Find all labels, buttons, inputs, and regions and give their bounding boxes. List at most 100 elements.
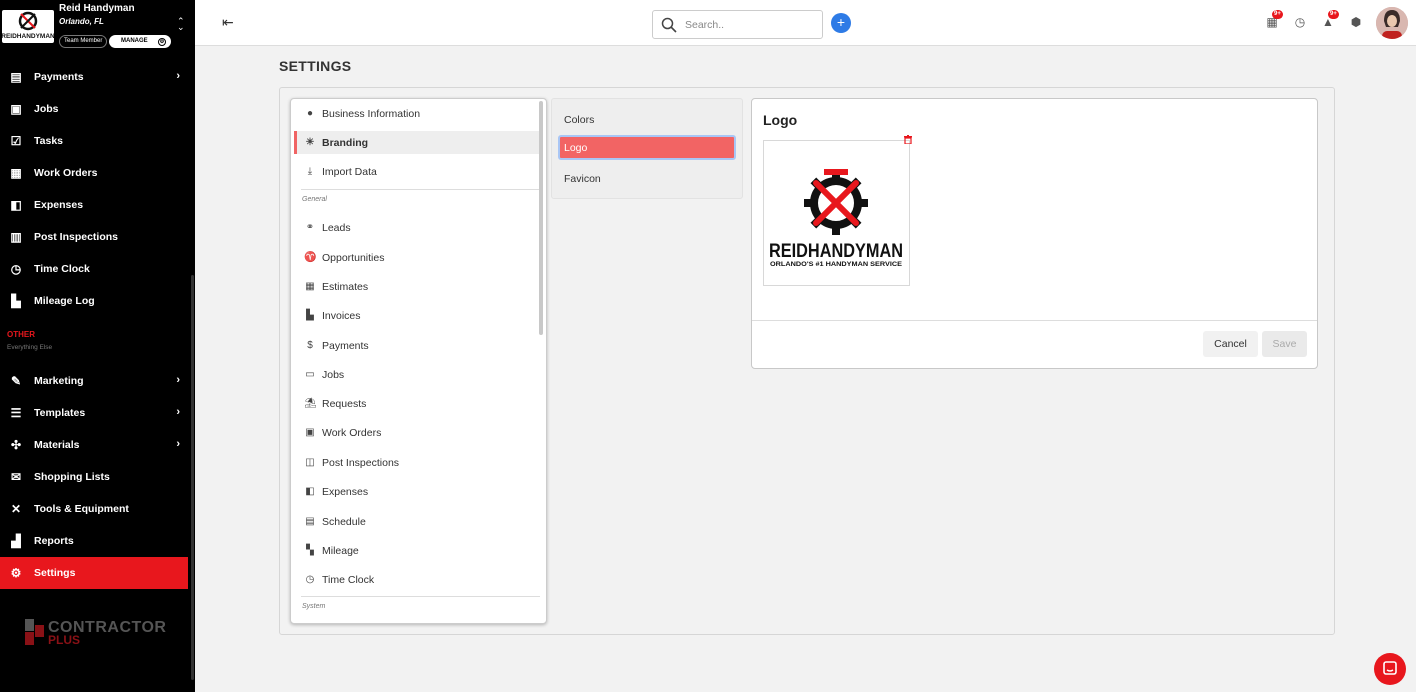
save-button[interactable]: Save xyxy=(1262,331,1307,357)
sidebar-item-materials[interactable]: ✣ Materials › xyxy=(0,429,188,461)
sidebar: REIDHANDYMAN Reid Handyman Orlando, FL T… xyxy=(0,0,195,692)
sidebar-item-tools-equipment[interactable]: ✕ Tools & Equipment xyxy=(0,493,188,525)
settings-item-expenses[interactable]: ◧ Expenses xyxy=(294,480,540,503)
briefcase-icon: ▣ xyxy=(10,102,22,116)
settings-item-label: Estimates xyxy=(322,280,369,293)
topbar: ⇤ + ▦9+ ◷ ▲9+ ⬢ xyxy=(195,0,1416,46)
settings-item-payments[interactable]: $ Payments xyxy=(294,334,540,357)
settings-item-label: Work Orders xyxy=(322,426,382,439)
history-clock-icon[interactable]: ◷ xyxy=(1293,15,1307,29)
logo-preview[interactable]: REIDHANDYMAN ORLANDO'S #1 HANDYMAN SERVI… xyxy=(763,140,910,286)
sidebar-item-mileage-log[interactable]: ▙ Mileage Log xyxy=(0,285,188,317)
sidebar-item-settings[interactable]: ⚙ Settings xyxy=(0,557,188,589)
download-icon: ⤓ xyxy=(307,166,313,177)
inspection-icon: ◫ xyxy=(305,457,315,468)
branding-item-favicon[interactable]: Favicon xyxy=(558,166,736,191)
section-label-system: System xyxy=(302,603,326,610)
sidebar-item-post-inspections[interactable]: ▥ Post Inspections xyxy=(0,221,188,253)
trash-icon[interactable] xyxy=(904,135,912,146)
binoculars-icon: ⚭ xyxy=(305,222,315,233)
branding-item-logo[interactable]: Logo xyxy=(558,135,736,160)
settings-menu-scrollbar[interactable] xyxy=(539,101,543,335)
chat-launcher-button[interactable] xyxy=(1374,653,1406,685)
settings-item-estimates[interactable]: ▦ Estimates xyxy=(294,275,540,298)
sidebar-item-label: Tasks xyxy=(34,135,63,147)
settings-item-import-data[interactable]: ⤓ Import Data xyxy=(294,160,540,183)
settings-item-opportunities[interactable]: ♈ Opportunities xyxy=(294,246,540,269)
notification-badge: 9+ xyxy=(1328,10,1339,19)
settings-item-label: Import Data xyxy=(322,165,377,178)
sidebar-item-label: Materials xyxy=(34,439,80,451)
sidebar-item-marketing[interactable]: ✎ Marketing › xyxy=(0,365,188,397)
cancel-button[interactable]: Cancel xyxy=(1203,331,1258,357)
settings-item-branding[interactable]: ☀ Branding xyxy=(294,131,540,154)
sidebar-item-jobs[interactable]: ▣ Jobs xyxy=(0,93,188,125)
sidebar-item-templates[interactable]: ☰ Templates › xyxy=(0,397,188,429)
help-icon[interactable]: ⬢ xyxy=(1349,15,1363,29)
sidebar-item-label: Mileage Log xyxy=(34,295,95,307)
sidebar-item-shopping-lists[interactable]: ✉ Shopping Lists xyxy=(0,461,188,493)
add-button[interactable]: + xyxy=(831,13,851,33)
search-input[interactable] xyxy=(685,16,815,34)
role-badge: Team Member xyxy=(59,35,108,48)
gift-icon[interactable]: ▦ 9+ xyxy=(1265,10,1283,29)
switcher-chevron-icon[interactable]: ⌃ ⌄ xyxy=(177,17,185,32)
sidebar-item-payments[interactable]: ▤ Payments › xyxy=(0,61,188,93)
invoice-icon: ▙ xyxy=(306,310,314,321)
settings-item-schedule[interactable]: ▤ Schedule xyxy=(294,510,540,533)
divider xyxy=(752,320,1317,321)
avatar[interactable] xyxy=(1376,7,1408,39)
bell-icon[interactable]: ▲ 9+ xyxy=(1321,10,1339,29)
settings-item-label: Jobs xyxy=(322,368,345,381)
settings-item-time-clock[interactable]: ◷ Time Clock xyxy=(294,568,540,591)
settings-item-label: Opportunities xyxy=(322,251,385,264)
contractor-plus-logo-icon xyxy=(25,619,45,648)
settings-item-leads[interactable]: ⚭ Leads xyxy=(294,216,540,239)
branding-item-colors[interactable]: Colors xyxy=(558,107,736,132)
materials-icon: ✣ xyxy=(10,438,22,452)
clock-icon: ◷ xyxy=(305,574,315,585)
calendar-icon: ▤ xyxy=(305,516,315,527)
logo-card: Logo REIDHANDYMAN ORLANDO'S #1 HANDYMAN … xyxy=(751,98,1318,369)
settings-item-label: Schedule xyxy=(322,515,366,528)
fuel-icon: ▙ xyxy=(11,294,21,308)
search-icon xyxy=(661,17,677,33)
business-logo-text: REIDHANDYMAN xyxy=(2,33,54,40)
sidebar-item-label: Work Orders xyxy=(34,167,98,179)
search-box[interactable] xyxy=(652,10,823,39)
manage-button[interactable]: MANAGE ⚙ xyxy=(109,35,171,48)
section-title-other: OTHER xyxy=(7,330,35,339)
sidebar-item-label: Reports xyxy=(34,535,74,547)
settings-item-label: Payments xyxy=(322,339,369,352)
chevron-right-icon: › xyxy=(176,406,180,418)
payments-icon: ▤ xyxy=(10,70,22,84)
sidebar-item-tasks[interactable]: ☑ Tasks xyxy=(0,125,188,157)
collapse-sidebar-icon[interactable]: ⇤ xyxy=(222,14,234,31)
cart-icon: ✉ xyxy=(10,470,22,484)
sidebar-item-time-clock[interactable]: ◷ Time Clock xyxy=(0,253,188,285)
business-switcher[interactable]: REIDHANDYMAN Reid Handyman Orlando, FL T… xyxy=(0,0,195,48)
notification-badge: 9+ xyxy=(1272,10,1283,19)
settings-item-work-orders[interactable]: ▣ Work Orders xyxy=(294,421,540,444)
payments-icon: $ xyxy=(307,340,313,351)
sun-icon: ☀ xyxy=(305,137,315,148)
settings-item-requests[interactable]: ⛱ Requests xyxy=(294,392,540,415)
section-subtitle-other: Everything Else xyxy=(7,344,53,351)
settings-item-label: Post Inspections xyxy=(322,456,400,469)
tools-icon: ✕ xyxy=(10,502,22,516)
checklist-icon: ☑ xyxy=(10,134,22,148)
chat-icon xyxy=(1383,661,1397,675)
sidebar-item-work-orders[interactable]: ▦ Work Orders xyxy=(0,157,188,189)
card-title: Logo xyxy=(763,112,798,128)
settings-item-mileage[interactable]: ▚ Mileage xyxy=(294,539,540,562)
footer-logo-subtext: PLUS xyxy=(48,633,81,647)
sidebar-item-expenses[interactable]: ◧ Expenses xyxy=(0,189,188,221)
settings-item-post-inspections[interactable]: ◫ Post Inspections xyxy=(294,451,540,474)
settings-item-invoices[interactable]: ▙ Invoices xyxy=(294,304,540,327)
page-title: SETTINGS xyxy=(279,58,352,74)
settings-item-jobs[interactable]: ▭ Jobs xyxy=(294,363,540,386)
sidebar-scrollbar[interactable] xyxy=(191,275,194,680)
settings-item-business-information[interactable]: ● Business Information xyxy=(294,102,540,125)
sidebar-item-reports[interactable]: ▟ Reports xyxy=(0,525,188,557)
divider xyxy=(301,189,540,190)
